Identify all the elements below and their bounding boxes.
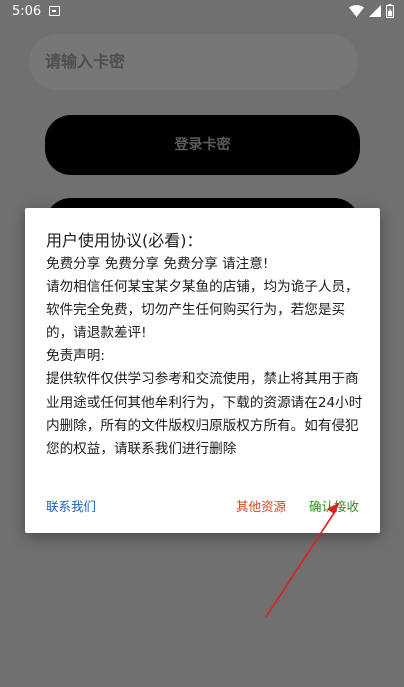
confirm-accept-button[interactable]: 确认接收	[309, 496, 359, 515]
battery-icon	[386, 4, 394, 18]
warning-paragraph: 请勿相信任何某宝某夕某鱼的店铺，均为诡子人员，软件完全免费，切勿产生任何购买行为…	[46, 279, 359, 342]
status-icons	[349, 4, 394, 18]
dialog-actions: 联系我们 其他资源 确认接收	[25, 496, 380, 516]
wifi-icon	[349, 5, 364, 17]
signal-icon	[369, 5, 381, 17]
notice-line: 免费分享 免费分享 免费分享 请注意!	[46, 256, 269, 272]
user-agreement-dialog: 用户使用协议(必看)： 免费分享 免费分享 免费分享 请注意! 请勿相信任何某宝…	[25, 208, 380, 533]
disclaimer-paragraph: 提供软件仅供学习参考和交流使用，禁止将其用于商业用途或任何其他牟利行为，下载的资…	[46, 371, 363, 457]
login-cardkey-button[interactable]: 登录卡密	[45, 115, 360, 175]
other-resources-button[interactable]: 其他资源	[236, 496, 286, 515]
contact-us-button[interactable]: 联系我们	[46, 496, 96, 515]
status-time: 5:06	[12, 4, 42, 19]
photo-icon	[49, 6, 60, 16]
dialog-body: 免费分享 免费分享 免费分享 请注意! 请勿相信任何某宝某夕某鱼的店铺，均为诡子…	[46, 253, 364, 461]
status-bar: 5:06	[0, 0, 404, 24]
disclaimer-heading: 免责声明:	[46, 348, 105, 365]
cardkey-input[interactable]: 请输入卡密	[29, 34, 358, 90]
dialog-title: 用户使用协议(必看)：	[46, 231, 203, 250]
